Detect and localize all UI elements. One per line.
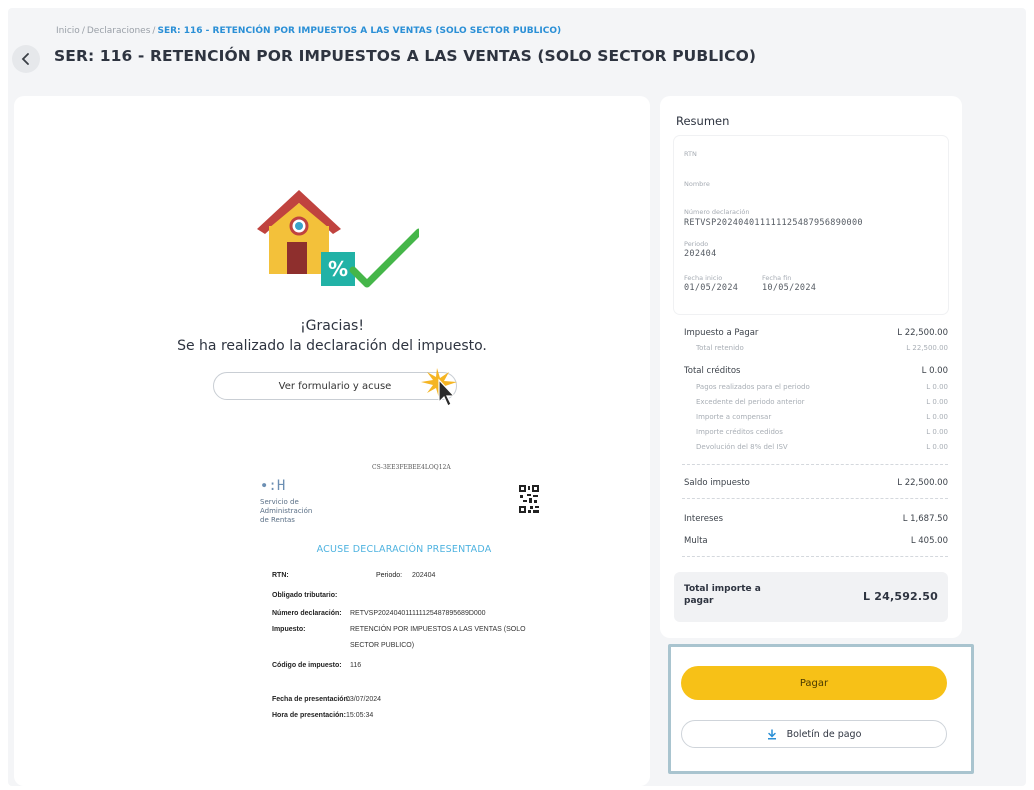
saldo-impuesto-row: Saldo impuesto L 22,500.00 [684, 478, 948, 488]
divider [682, 464, 948, 465]
total-retenido-row: Total retenido L 22,500.00 [696, 344, 948, 352]
download-icon [767, 728, 776, 739]
credit-row: Importe a compensar L 0.00 [696, 413, 948, 421]
confirmation-card: % ¡Gracias! Se ha realizado la declaraci… [14, 96, 650, 786]
total-box: Total importe a pagar L 24,592.50 [674, 572, 948, 622]
summary-numero-value: RETVSP202404011111125487956890000 [684, 218, 863, 228]
credit-row: Devolución del 8% del ISV L 0.00 [696, 443, 948, 451]
pay-button[interactable]: Pagar [681, 666, 947, 700]
total-creditos-row: Total créditos L 0.00 [684, 366, 948, 376]
receipt-impuesto-value-2: SECTOR PUBLICO) [350, 642, 415, 649]
receipt-numero-label: Número declaración: [272, 610, 342, 617]
receipt-periodo-value: 202404 [412, 572, 436, 579]
receipt-impuesto-label: Impuesto: [272, 626, 306, 633]
breadcrumb-current: SER: 116 - RETENCIÓN POR IMPUESTOS A LAS… [157, 26, 562, 36]
sar-logo-mark: ∙:H [260, 478, 286, 494]
sar-logo-text: Servicio de Administración de Rentas [260, 498, 313, 524]
summary-periodo-label: Periodo [684, 240, 709, 248]
cursor-click-icon [421, 368, 457, 407]
house-tax-check-illustration: % [257, 190, 419, 288]
receipt-title: ACUSE DECLARACIÓN PRESENTADA [316, 544, 492, 555]
summary-info-block: RTN Nombre Número declaración RETVSP2024… [674, 136, 948, 314]
summary-rtn-label: RTN [684, 150, 697, 158]
breadcrumb-separator: / [81, 26, 85, 36]
summary-fecha-inicio-value: 01/05/2024 [684, 283, 739, 293]
receipt-codigo-value: 116 [350, 662, 362, 669]
multa-row: Multa L 405.00 [684, 536, 948, 546]
percent-badge: % [328, 257, 348, 281]
receipt-hora-value: 15:05:34 [346, 712, 374, 719]
credit-row: Importe créditos cedidos L 0.00 [696, 428, 948, 436]
receipt-preview: CS-3EE3FEBEE4LOQ12A ∙:H Servicio de Admi… [254, 456, 544, 756]
intereses-row: Intereses L 1,687.50 [684, 514, 948, 524]
receipt-codigo-label: Código de impuesto: [272, 662, 342, 669]
receipt-periodo-label: Periodo: [376, 572, 403, 579]
credit-row: Excedente del periodo anterior L 0.00 [696, 398, 948, 406]
total-value: L 24,592.50 [863, 590, 938, 603]
receipt-fecha-label: Fecha de presentación: [272, 696, 351, 703]
thanks-title: ¡Gracias! [300, 318, 364, 334]
chevron-left-icon [21, 53, 29, 65]
receipt-numero-value: RETVSP202404011111125487895689D000 [350, 610, 486, 617]
breadcrumb-separator: / [152, 26, 156, 36]
thanks-subtitle: Se ha realizado la declaración del impue… [177, 338, 487, 354]
summary-periodo-value: 202404 [684, 249, 717, 259]
receipt-hora-label: Hora de presentación: [272, 712, 346, 719]
payment-slip-button[interactable]: Boletín de pago [681, 720, 947, 748]
summary-fecha-inicio-label: Fecha inicio [684, 274, 723, 282]
receipt-fecha-value: 03/07/2024 [346, 696, 382, 703]
receipt-top-code: CS-3EE3FEBEE4LOQ12A [372, 464, 451, 471]
payment-actions: Pagar Boletín de pago [668, 644, 974, 774]
qr-code-icon [518, 484, 540, 514]
receipt-obligado-label: Obligado tributario: [272, 592, 338, 599]
impuesto-pagar-row: Impuesto a Pagar L 22,500.00 [684, 328, 948, 338]
divider [682, 556, 948, 557]
summary-title: Resumen [676, 114, 730, 128]
credit-row: Pagos realizados para el periodo L 0.00 [696, 383, 948, 391]
summary-numero-label: Número declaración [684, 208, 750, 216]
back-button[interactable] [12, 45, 40, 73]
divider [682, 498, 948, 499]
summary-fecha-fin-value: 10/05/2024 [762, 283, 817, 293]
breadcrumb-declaraciones[interactable]: Declaraciones [87, 26, 151, 36]
summary-card: Resumen RTN Nombre Número declaración RE… [660, 96, 962, 638]
page-title: SER: 116 - RETENCIÓN POR IMPUESTOS A LAS… [54, 47, 757, 65]
summary-nombre-label: Nombre [684, 180, 710, 188]
app-shell: Inicio / Declaraciones / SER: 116 - RETENCIÓ… [8, 8, 1026, 786]
breadcrumb: Inicio / Declaraciones / SER: 116 - RETENCIÓ… [56, 26, 561, 36]
total-label: Total importe a pagar [684, 584, 761, 606]
payment-slip-label: Boletín de pago [786, 728, 862, 740]
receipt-rtn-label: RTN: [272, 572, 289, 579]
summary-fecha-fin-label: Fecha fin [762, 274, 792, 282]
receipt-impuesto-value-1: RETENCIÓN POR IMPUESTOS A LAS VENTAS (SO… [350, 626, 526, 633]
breadcrumb-home[interactable]: Inicio [56, 26, 80, 36]
